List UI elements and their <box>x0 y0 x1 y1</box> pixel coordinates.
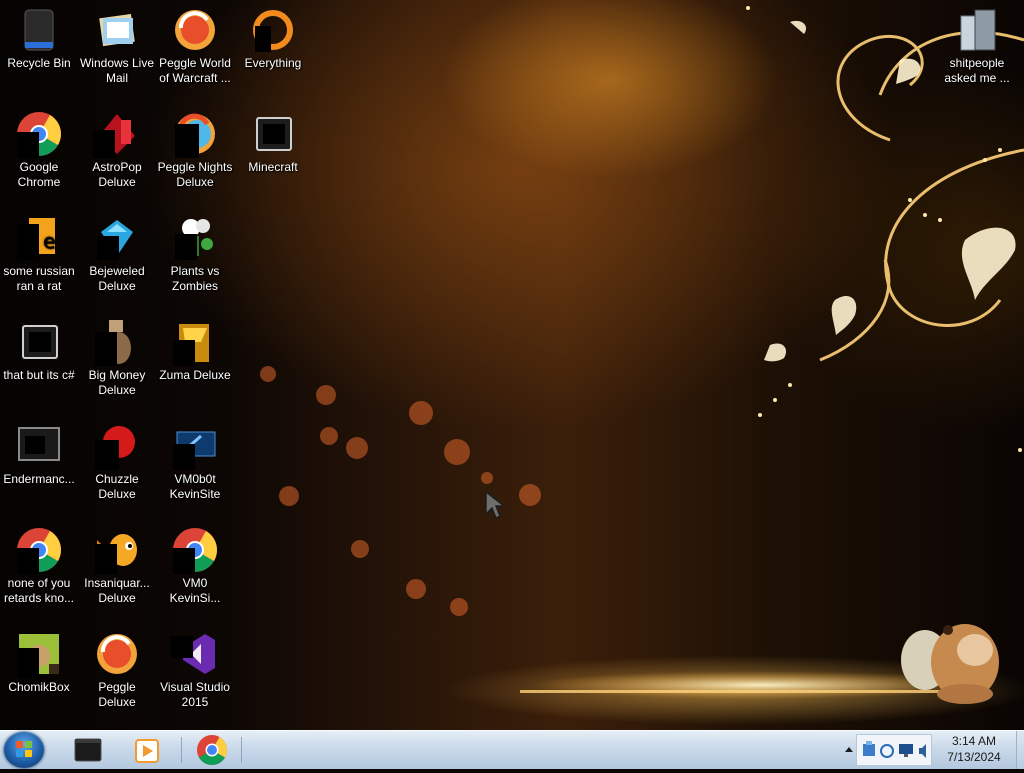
shortcut-icon <box>22 325 58 359</box>
desktop-icon[interactable]: Plants vs Zombies <box>156 214 234 294</box>
chrome-icon <box>173 528 217 574</box>
taskbar-item-terminal[interactable] <box>62 733 114 767</box>
taskbar-separator <box>181 737 182 763</box>
desktop-icon-label: Google Chrome <box>17 160 61 189</box>
window-icon <box>18 427 60 461</box>
desktop-icon[interactable]: e some russian ran a rat <box>0 214 78 294</box>
vm-icon <box>173 431 216 470</box>
desktop-icon-label: ChomikBox <box>8 680 70 694</box>
peggle-icon <box>97 634 137 674</box>
plants-vs-zombies-icon <box>175 219 213 260</box>
desktop-icon-label: none of you retards kno... <box>3 576 75 605</box>
network-icon[interactable] <box>863 741 875 756</box>
desktop-icon[interactable]: Minecraft <box>234 110 312 175</box>
folder-icon <box>960 9 996 51</box>
desktop-icon[interactable]: ChomikBox <box>0 630 78 695</box>
desktop-icon-label: Minecraft <box>248 160 298 174</box>
desktop-icon[interactable]: Windows Live Mail <box>78 6 156 86</box>
desktop-icon[interactable]: Endermanc... <box>0 422 78 487</box>
chrome-icon <box>197 735 227 766</box>
shortcut-icon <box>256 117 292 151</box>
desktop-icon-label: Visual Studio 2015 <box>160 680 230 709</box>
everything-search-icon <box>253 10 293 52</box>
zuma-icon <box>173 324 209 366</box>
desktop-icon-label: that but its c# <box>3 368 75 382</box>
windows-logo-icon <box>16 741 32 757</box>
desktop-icon-label: Windows Live Mail <box>79 56 155 85</box>
desktop-icon[interactable]: Recycle Bin <box>0 6 78 71</box>
desktop-icon[interactable]: Peggle Nights Deluxe <box>156 110 234 190</box>
chrome-icon <box>17 528 61 574</box>
media-player-icon <box>135 739 159 763</box>
desktop-icon-label: Zuma Deluxe <box>159 368 231 382</box>
mail-app-icon <box>99 13 135 47</box>
tray-overflow-arrow[interactable] <box>844 743 854 755</box>
desktop-icon[interactable]: Peggle Deluxe <box>78 630 156 710</box>
desktop-icon-label: Chuzzle Deluxe <box>95 472 139 501</box>
taskbar: 3:14 AM 7/13/2024 <box>0 730 1024 769</box>
desktop-icon[interactable]: Big Money Deluxe <box>78 318 156 398</box>
desktop-icon[interactable]: VM0 KevinSi... <box>156 526 234 606</box>
taskbar-item-media[interactable] <box>122 733 174 767</box>
desktop-icon[interactable]: VM0b0t KevinSite <box>156 422 234 502</box>
chomikbox-icon <box>17 634 59 678</box>
desktop-icon[interactable]: Visual Studio 2015 <box>156 630 234 710</box>
desktop-icon[interactable]: AstroPop Deluxe <box>78 110 156 190</box>
desktop-icon-label: Big Money Deluxe <box>88 368 146 397</box>
svg-text:e: e <box>43 229 55 253</box>
chrome-icon <box>17 112 61 158</box>
bejeweled-icon <box>97 220 133 260</box>
chevron-up-icon <box>845 747 853 752</box>
desktop-icon-label: Bejeweled Deluxe <box>89 264 145 293</box>
taskbar-item-chrome[interactable] <box>186 733 238 767</box>
visual-studio-icon <box>171 634 215 674</box>
clock-time: 3:14 AM <box>951 734 997 748</box>
taskbar-separator <box>241 737 242 763</box>
sync-icon[interactable] <box>880 744 894 758</box>
insaniquarium-icon <box>95 534 137 574</box>
show-desktop-button[interactable] <box>1016 731 1024 769</box>
desktop-icon[interactable]: shitpeople asked me ... <box>938 6 1016 86</box>
desktop-icon-label: Peggle Deluxe <box>98 680 136 709</box>
start-button[interactable] <box>4 732 44 768</box>
recycle-bin-icon <box>24 9 54 51</box>
desktop-icon-label: Plants vs Zombies <box>170 264 220 293</box>
desktop-icon[interactable]: Zuma Deluxe <box>156 318 234 383</box>
tray-icons <box>863 741 926 758</box>
mouse-cursor-icon <box>485 490 506 519</box>
desktop-icon-label: Endermanc... <box>3 472 75 486</box>
system-tray <box>856 734 932 766</box>
monitor-icon[interactable] <box>899 744 913 757</box>
desktop-icon-label: some russian ran a rat <box>3 264 75 293</box>
peggle-icon <box>175 10 215 50</box>
clock-date: 7/13/2024 <box>947 750 1001 764</box>
desktop-icon-label: Insaniquar... Deluxe <box>84 576 150 605</box>
terminal-icon <box>74 738 102 762</box>
volume-icon[interactable] <box>919 744 926 758</box>
desktop-icon-label: VM0b0t KevinSite <box>169 472 221 501</box>
desktop-icon[interactable]: Google Chrome <box>0 110 78 190</box>
chuzzle-icon <box>95 426 135 470</box>
desktop-icon-label: VM0 KevinSi... <box>169 576 221 605</box>
desktop-icon[interactable]: Chuzzle Deluxe <box>78 422 156 502</box>
file-icon: e <box>17 218 55 260</box>
desktop-icon[interactable]: that but its c# <box>0 318 78 383</box>
big-money-icon <box>95 320 131 366</box>
desktop-icon[interactable]: Peggle World of Warcraft ... <box>156 6 234 86</box>
desktop-icon[interactable]: none of you retards kno... <box>0 526 78 606</box>
desktop-icon-label: shitpeople asked me ... <box>944 56 1010 85</box>
clock[interactable]: 3:14 AM 7/13/2024 <box>934 733 1014 765</box>
desktop-icon-label: AstroPop Deluxe <box>92 160 142 189</box>
desktop-icon[interactable]: Everything <box>234 6 312 71</box>
astropop-icon <box>93 114 135 158</box>
desktop-icon-label: Recycle Bin <box>7 56 71 70</box>
desktop-icon-label: Everything <box>244 56 302 70</box>
peggle-nights-icon <box>175 113 215 158</box>
desktop-icon-label: Peggle World of Warcraft ... <box>159 56 231 85</box>
desktop-icon-label: Peggle Nights Deluxe <box>157 160 233 189</box>
desktop-icon[interactable]: Insaniquar... Deluxe <box>78 526 156 606</box>
desktop-icon[interactable]: Bejeweled Deluxe <box>78 214 156 294</box>
